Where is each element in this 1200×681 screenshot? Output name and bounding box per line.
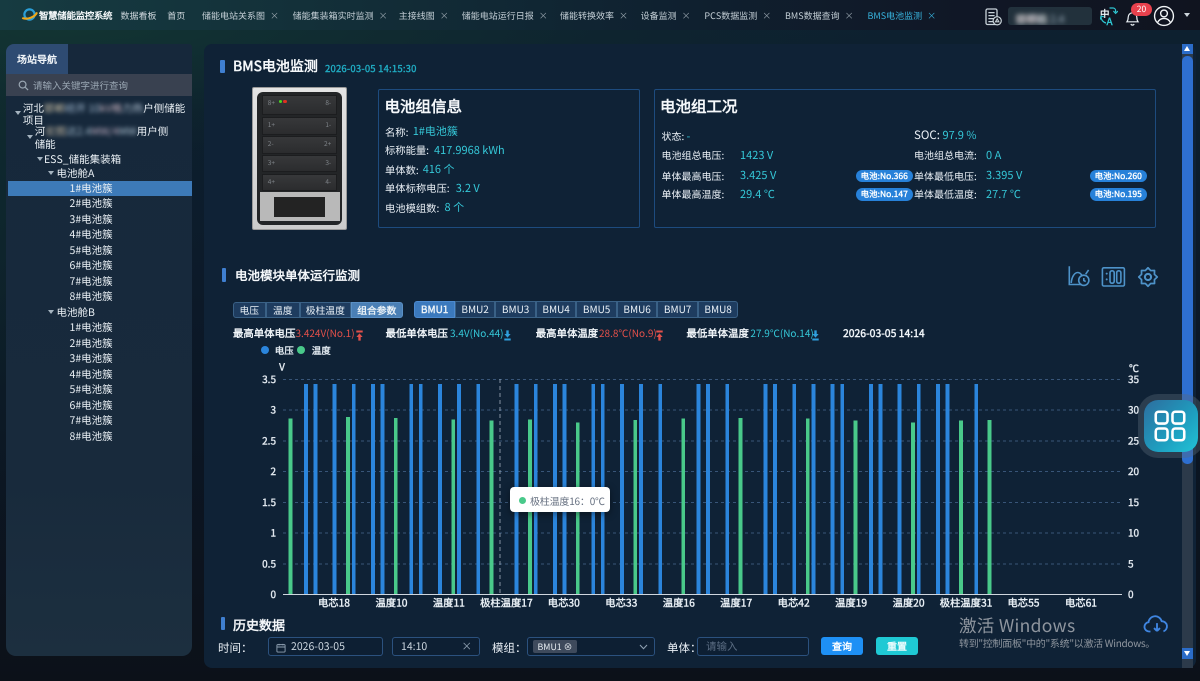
- svg-text:极柱温度17: 极柱温度17: [480, 595, 533, 609]
- svg-text:3.5: 3.5: [262, 371, 276, 386]
- svg-text:温度16: 温度16: [663, 595, 695, 609]
- svg-text:15: 15: [1128, 494, 1140, 509]
- svg-text:电芯42: 电芯42: [778, 595, 810, 609]
- svg-text:温度11: 温度11: [433, 595, 465, 609]
- svg-text:30: 30: [1128, 402, 1140, 417]
- svg-text:0: 0: [270, 586, 276, 601]
- svg-text:0.5: 0.5: [262, 555, 276, 570]
- svg-text:温度19: 温度19: [835, 595, 867, 609]
- svg-text:1: 1: [270, 525, 276, 540]
- svg-text:1.5: 1.5: [262, 494, 276, 509]
- svg-text:25: 25: [1128, 432, 1140, 447]
- svg-text:电芯33: 电芯33: [605, 595, 637, 609]
- svg-text:0: 0: [1128, 586, 1134, 601]
- svg-text:5: 5: [1127, 555, 1134, 570]
- svg-text:20: 20: [1128, 463, 1140, 478]
- svg-text:温度10: 温度10: [375, 595, 407, 609]
- svg-text:电芯18: 电芯18: [318, 595, 350, 609]
- svg-text:极柱温度31: 极柱温度31: [940, 595, 993, 609]
- svg-text:2.5: 2.5: [262, 432, 276, 447]
- svg-text:温度17: 温度17: [720, 595, 752, 609]
- svg-text:2: 2: [270, 463, 276, 478]
- svg-text:电芯30: 电芯30: [548, 595, 580, 609]
- svg-text:电芯55: 电芯55: [1007, 595, 1039, 609]
- svg-text:℃: ℃: [1129, 360, 1139, 375]
- svg-text:V: V: [278, 360, 286, 374]
- svg-text:10: 10: [1128, 525, 1140, 540]
- svg-text:3: 3: [270, 402, 276, 417]
- svg-text:温度20: 温度20: [893, 595, 925, 609]
- svg-text:电芯61: 电芯61: [1065, 595, 1097, 609]
